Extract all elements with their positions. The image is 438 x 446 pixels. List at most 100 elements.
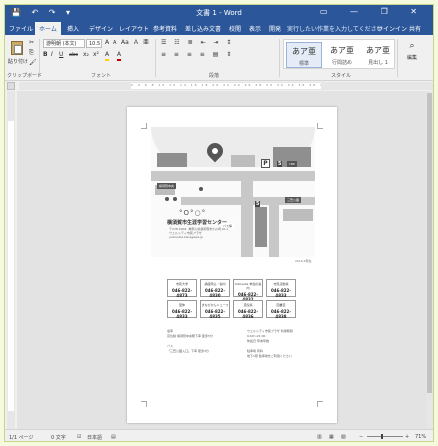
document-canvas[interactable]: P 5 5 YRP 横須賀中央 三笠公園 バス停 °O°○° 横須賀市生涯学習セ… <box>17 91 433 429</box>
phonetic-guide-button[interactable]: 亜 <box>143 39 149 47</box>
underline-button[interactable]: U <box>59 51 63 59</box>
copy-icon[interactable]: ⎘ <box>29 49 34 57</box>
subscript-button[interactable]: x₂ <box>83 51 89 59</box>
zoom-out-button[interactable]: − <box>359 434 363 440</box>
close-button[interactable]: ✕ <box>410 7 427 16</box>
style-name: 行間詰め <box>331 60 352 66</box>
ribbon-tabs: ファイル ホーム 挿入 デザイン レイアウト 参考資料 差し込み文書 校閲 表示… <box>5 21 433 35</box>
tab-design[interactable]: デザイン <box>89 24 113 33</box>
vertical-ruler[interactable] <box>7 91 15 429</box>
zoom-slider[interactable] <box>367 434 403 439</box>
restore-button[interactable]: ❐ <box>381 7 398 16</box>
language-indicator[interactable]: 日本語 <box>87 434 102 441</box>
minimize-button[interactable]: — <box>350 7 368 16</box>
scrollbar-thumb[interactable] <box>427 93 432 393</box>
contact-cell: 図書室 046-822-4838 <box>266 300 296 319</box>
change-case-button[interactable]: Aa <box>121 39 129 47</box>
contact-title: 講座申込・案内 <box>204 282 226 286</box>
font-color-button[interactable]: A <box>117 51 122 61</box>
zoom-level[interactable]: 71% <box>415 434 426 440</box>
font-name-select[interactable]: 游明朝 (本文) <box>43 39 85 48</box>
map-dot <box>173 197 177 201</box>
map-building <box>255 207 267 247</box>
paste-button[interactable]: 貼り付け <box>8 39 29 65</box>
tab-references[interactable]: 参考資料 <box>153 24 177 33</box>
window-controls: ▭ — ❐ ✕ <box>320 7 427 16</box>
ribbon-separator <box>279 39 280 77</box>
alignment-buttons[interactable]: ≡ ≡ ≡ ≡ ▤ ⇕ <box>161 51 234 59</box>
map-dot <box>165 197 169 201</box>
tab-developer[interactable]: 開発 <box>269 24 281 33</box>
contact-phone: 046-822-4838 <box>270 309 292 319</box>
contact-cell: まなびかんニュース 046-822-4835 <box>200 300 230 319</box>
horizontal-ruler[interactable]: 2 4 6 8 10 12 14 16 18 20 22 24 26 28 30… <box>19 82 433 90</box>
paste-label: 貼り付け <box>8 59 29 65</box>
style-sample: あア亜 <box>330 46 354 55</box>
document-page[interactable]: P 5 5 YRP 横須賀中央 三笠公園 バス停 °O°○° 横須賀市生涯学習セ… <box>127 107 337 423</box>
cut-icon[interactable]: ✂ <box>29 39 34 47</box>
read-mode-icon[interactable]: ▥ <box>317 434 322 440</box>
search-icon: ⌕ <box>409 41 415 51</box>
strikethrough-button[interactable]: abc <box>69 51 78 59</box>
contact-phone: 046-822-4833 <box>171 309 193 319</box>
font-size-select[interactable]: 10.5 <box>86 39 102 48</box>
crop-mark <box>141 401 147 407</box>
highlight-button[interactable]: A <box>105 51 110 61</box>
tab-insert[interactable]: 挿入 <box>67 24 79 33</box>
parking-icon: P <box>261 159 270 168</box>
contact-phone: 046-822-4833 <box>270 288 292 298</box>
page-count[interactable]: 1/1 ページ <box>9 434 34 441</box>
organization-name: 横須賀市生涯学習センター <box>167 220 228 226</box>
zoom-in-button[interactable]: + <box>405 434 409 440</box>
word-count[interactable]: 0 文字 <box>51 434 66 441</box>
map-building <box>283 209 313 221</box>
map-road <box>241 181 253 257</box>
map-road <box>151 171 315 181</box>
format-painter-icon[interactable]: 🖌 <box>29 59 37 67</box>
group-label-paragraph: 段落 <box>209 73 220 79</box>
tell-me-box[interactable]: 実行したい作業を入力してください <box>287 24 383 33</box>
macro-record-icon[interactable]: ▤ <box>111 434 116 440</box>
map-dot <box>199 187 203 191</box>
style-normal[interactable]: あア亜 標準 <box>286 42 322 68</box>
italic-button[interactable]: I <box>51 51 53 59</box>
ribbon-separator <box>155 39 156 77</box>
bold-button[interactable]: B <box>43 51 48 59</box>
map-label: YRP <box>287 161 297 167</box>
contact-phone: 046-822-4835 <box>204 309 226 319</box>
clear-format-button[interactable]: Ａ <box>133 39 139 47</box>
tab-file[interactable]: ファイル <box>9 24 33 33</box>
proofing-icon[interactable]: ☑ <box>77 434 81 440</box>
contact-title: 市民活動係 <box>273 282 289 286</box>
vertical-ruler-active <box>8 121 14 411</box>
tab-mailings[interactable]: 差し込み文書 <box>185 24 221 33</box>
share-button[interactable]: 共有 <box>409 24 421 33</box>
contact-cell: 講座申込・案内 046-822-4830 <box>200 279 230 298</box>
route-number-badge: 5 <box>277 161 283 167</box>
style-heading-1[interactable]: あア亜 見出し 1 <box>360 42 396 68</box>
contact-title: 団体 <box>178 303 185 307</box>
zoom-slider-thumb[interactable] <box>381 434 383 439</box>
contact-title: 図書室 <box>276 303 286 307</box>
list-buttons[interactable]: ☰ ☷ ≣ ⇤ ⇥ ↕ <box>161 39 234 47</box>
grow-font-button[interactable]: A <box>105 39 109 47</box>
contact-cell: 貸館係 046-822-4836 <box>233 300 263 319</box>
tab-review[interactable]: 校閲 <box>229 24 241 33</box>
editing-label: 編集 <box>406 55 417 61</box>
web-layout-icon[interactable]: ▧ <box>341 434 346 440</box>
sign-in-link[interactable]: サインイン <box>377 24 407 33</box>
vertical-scrollbar[interactable] <box>426 91 433 429</box>
tab-layout[interactable]: レイアウト <box>119 24 149 33</box>
print-layout-icon[interactable]: ▦ <box>329 434 334 440</box>
tab-selector[interactable] <box>7 82 15 90</box>
tab-home[interactable]: ホーム <box>35 22 61 35</box>
ribbon-display-icon[interactable]: ▭ <box>320 7 338 16</box>
styles-gallery: あア亜 標準 あア亜 行間詰め あア亜 見出し 1 <box>283 39 395 69</box>
contact-phone: 046-822-4830 <box>204 288 226 298</box>
editing-button[interactable]: ⌕ 編集 <box>400 41 424 69</box>
style-no-spacing[interactable]: あア亜 行間詰め <box>324 42 360 68</box>
shrink-font-button[interactable]: A <box>113 39 116 47</box>
crop-mark <box>317 401 323 407</box>
tab-view[interactable]: 表示 <box>249 24 261 33</box>
superscript-button[interactable]: x² <box>93 51 99 59</box>
